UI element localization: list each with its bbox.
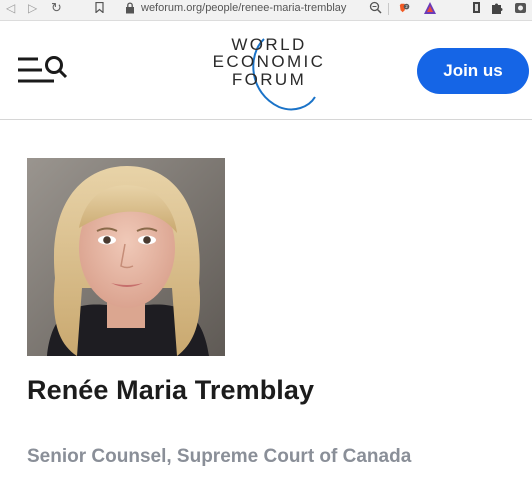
join-us-button[interactable]: Join us — [417, 48, 529, 94]
browser-toolbar: ◁ ▷ ↻ weforum.org/people/renee-maria-tre… — [0, 0, 532, 21]
lock-icon[interactable] — [125, 2, 135, 14]
person-name: Renée Maria Tremblay — [27, 375, 315, 405]
back-arrow-icon[interactable]: ◁ — [6, 1, 15, 15]
logo-line-economic: ECONOMIC — [212, 52, 326, 71]
forward-arrow-icon[interactable]: ▷ — [28, 1, 37, 15]
warning-triangle-icon[interactable] — [423, 1, 437, 15]
address-bar[interactable]: weforum.org/people/renee-maria-tremblay — [141, 2, 346, 14]
profile-photo — [27, 158, 225, 356]
person-title: Senior Counsel, Supreme Court of Canada — [27, 446, 412, 467]
zoom-icon[interactable] — [369, 1, 382, 14]
logo-line-forum: FORUM — [231, 70, 307, 89]
brave-shield-icon[interactable]: 2 — [396, 1, 410, 15]
site-header: WORLD ECONOMIC FORUM Join us — [0, 21, 532, 120]
reading-mode-icon[interactable] — [470, 1, 484, 15]
reload-icon[interactable]: ↻ — [51, 0, 62, 16]
extensions-puzzle-icon[interactable] — [490, 1, 504, 15]
toolbar-divider — [388, 3, 389, 15]
bookmark-icon[interactable] — [95, 2, 104, 13]
profile-extension-icon[interactable] — [514, 1, 528, 15]
menu-search-icon[interactable] — [16, 53, 70, 91]
wef-logo[interactable]: WORLD ECONOMIC FORUM — [199, 35, 339, 113]
